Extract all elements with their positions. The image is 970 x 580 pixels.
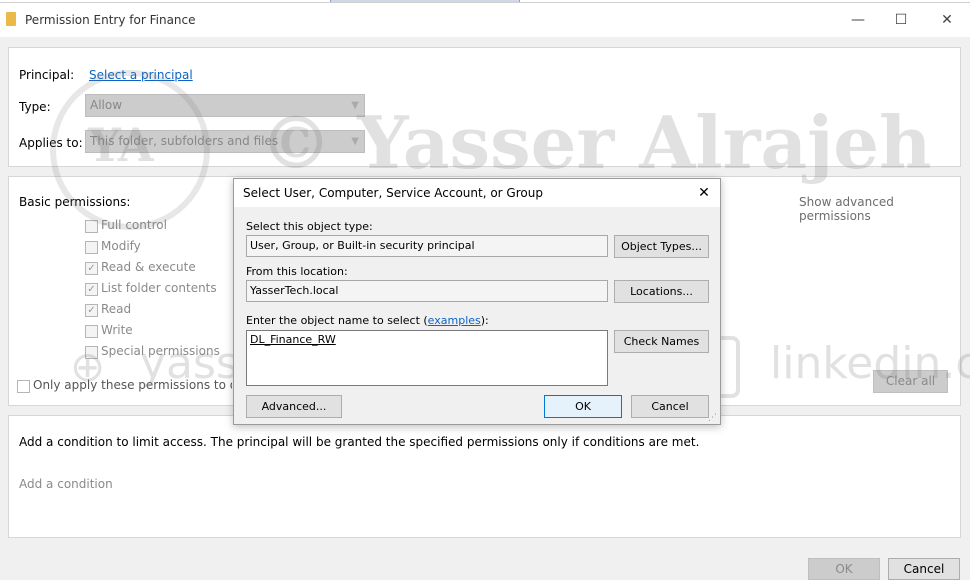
add-condition-link[interactable]: Add a condition xyxy=(19,477,113,491)
maximize-icon: ☐ xyxy=(894,12,908,28)
location-field: YasserTech.local xyxy=(246,280,608,302)
window-title: Permission Entry for Finance xyxy=(25,13,196,27)
checkbox[interactable] xyxy=(85,325,98,338)
maximize-button[interactable]: ☐ xyxy=(878,3,924,37)
checkmark-icon[interactable]: ✓ xyxy=(85,262,98,275)
only-apply-checkbox-row[interactable]: Only apply these permissions to objects … xyxy=(17,377,232,397)
permission-modify[interactable]: Modify xyxy=(85,238,245,258)
watermark-logo-ring xyxy=(50,70,210,230)
checkmark-icon[interactable]: ✓ xyxy=(85,283,98,296)
object-types-button[interactable]: Object Types... xyxy=(614,235,709,258)
type-label: Type: xyxy=(19,100,51,114)
close-icon: ✕ xyxy=(698,185,710,201)
condition-description: Add a condition to limit access. The pri… xyxy=(19,435,700,449)
check-names-button[interactable]: Check Names xyxy=(614,330,709,353)
permission-list-folder-contents[interactable]: ✓ List folder contents xyxy=(85,280,245,300)
show-advanced-permissions-link[interactable]: Show advanced permissions xyxy=(799,195,960,223)
minimize-icon: — xyxy=(851,12,865,28)
dialog-title-bar: Select User, Computer, Service Account, … xyxy=(234,179,720,207)
permission-write[interactable]: Write xyxy=(85,322,245,342)
close-icon: ✕ xyxy=(941,12,953,28)
object-type-label: Select this object type: xyxy=(246,220,373,233)
object-name-input[interactable]: DL_Finance_RW xyxy=(246,330,608,386)
permission-special[interactable]: Special permissions xyxy=(85,343,245,363)
clear-all-button[interactable]: Clear all xyxy=(873,370,948,393)
resize-grip-icon[interactable]: ⋰ xyxy=(708,413,717,423)
permission-read-execute[interactable]: ✓ Read & execute xyxy=(85,259,245,279)
object-type-field: User, Group, or Built-in security princi… xyxy=(246,235,608,257)
chevron-down-icon: ▼ xyxy=(351,100,359,111)
select-user-dialog: Select User, Computer, Service Account, … xyxy=(233,178,721,425)
object-name-value: DL_Finance_RW xyxy=(250,333,336,346)
object-name-label: Enter the object name to select (example… xyxy=(246,314,489,327)
chevron-down-icon: ▼ xyxy=(351,136,359,147)
close-button[interactable]: ✕ xyxy=(924,3,970,37)
condition-panel: Add a condition to limit access. The pri… xyxy=(8,415,961,538)
dialog-cancel-button[interactable]: Cancel xyxy=(631,395,709,418)
title-bar: Permission Entry for Finance — ☐ ✕ xyxy=(0,3,970,37)
checkbox[interactable] xyxy=(17,380,30,393)
principal-label: Principal: xyxy=(19,68,75,82)
locations-button[interactable]: Locations... xyxy=(614,280,709,303)
examples-link[interactable]: examples xyxy=(428,314,481,327)
permission-read[interactable]: ✓ Read xyxy=(85,301,245,321)
minimize-button[interactable]: — xyxy=(835,3,881,37)
advanced-button[interactable]: Advanced... xyxy=(246,395,342,418)
checkbox[interactable] xyxy=(85,346,98,359)
checkbox[interactable] xyxy=(85,241,98,254)
folder-icon xyxy=(6,12,16,26)
checkmark-icon[interactable]: ✓ xyxy=(85,304,98,317)
dialog-title: Select User, Computer, Service Account, … xyxy=(243,186,543,200)
dialog-ok-button[interactable]: OK xyxy=(544,395,622,418)
location-label: From this location: xyxy=(246,265,348,278)
dialog-close-button[interactable]: ✕ xyxy=(689,182,719,204)
